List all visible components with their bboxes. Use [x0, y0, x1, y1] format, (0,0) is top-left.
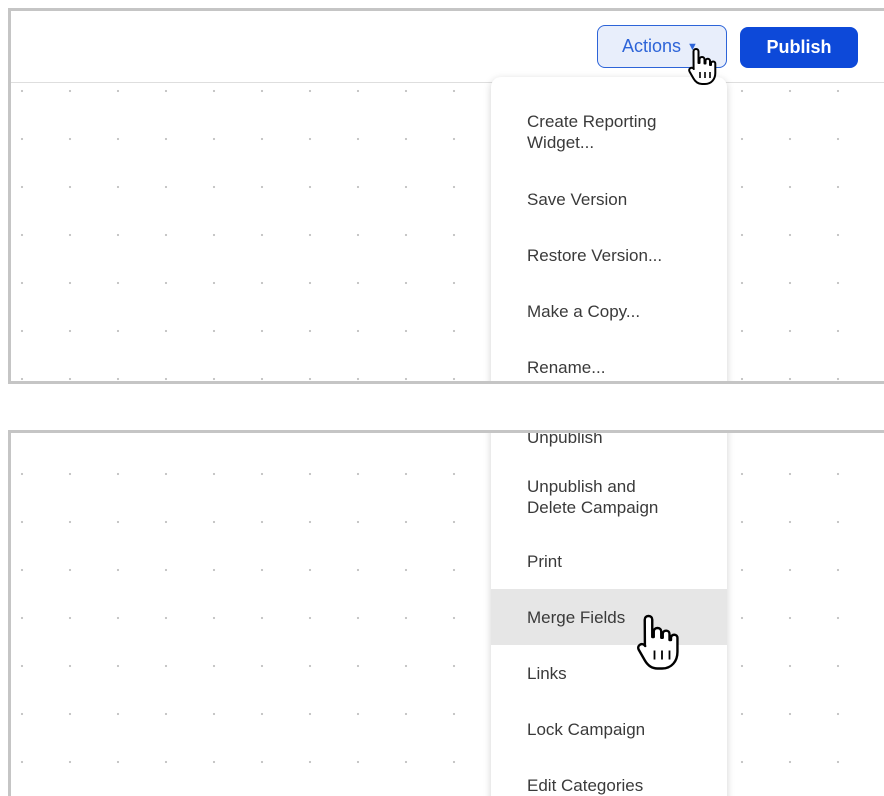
- menu-item-unpublish[interactable]: Unpublish: [491, 433, 727, 465]
- publish-button-label: Publish: [766, 37, 832, 57]
- campaign-canvas-bottom: Unpublish Unpublish and Delete Campaign …: [8, 430, 884, 796]
- menu-item-restore-version[interactable]: Restore Version...: [491, 227, 727, 283]
- publish-button[interactable]: Publish: [740, 27, 858, 68]
- menu-item-print[interactable]: Print: [491, 533, 727, 589]
- menu-item-make-a-copy[interactable]: Make a Copy...: [491, 283, 727, 339]
- actions-button[interactable]: Actions ▼: [597, 25, 727, 68]
- campaign-canvas-top: Actions ▼ Publish Create Reporting Widge…: [8, 8, 884, 384]
- page: Actions ▼ Publish Create Reporting Widge…: [0, 0, 884, 796]
- menu-item-links[interactable]: Links: [491, 645, 727, 701]
- actions-menu-scrolled: Unpublish Unpublish and Delete Campaign …: [491, 433, 727, 796]
- chevron-down-icon: ▼: [687, 40, 698, 53]
- menu-item-lock-campaign[interactable]: Lock Campaign: [491, 701, 727, 757]
- menu-item-save-version[interactable]: Save Version: [491, 171, 727, 227]
- menu-item-rename[interactable]: Rename...: [491, 339, 727, 381]
- menu-item-create-reporting-widget[interactable]: Create Reporting Widget...: [491, 101, 727, 163]
- toolbar: Actions ▼ Publish: [11, 11, 884, 83]
- menu-item-merge-fields[interactable]: Merge Fields: [491, 589, 727, 645]
- actions-menu: Create Reporting Widget... Save Version …: [491, 77, 727, 381]
- menu-item-unpublish-and-delete-campaign[interactable]: Unpublish and Delete Campaign: [491, 465, 727, 529]
- actions-button-label: Actions: [622, 36, 682, 56]
- menu-item-edit-categories[interactable]: Edit Categories: [491, 757, 727, 796]
